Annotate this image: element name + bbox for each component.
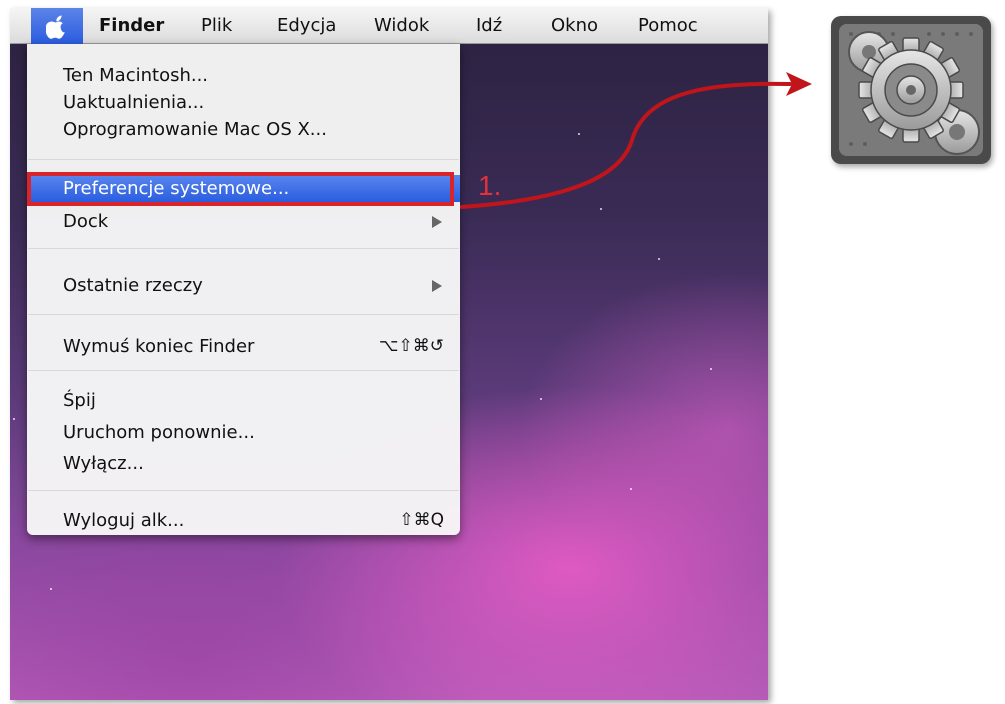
system-preferences-icon-face <box>839 24 983 156</box>
gear-icon <box>839 24 983 156</box>
system-preferences-icon <box>831 16 991 164</box>
